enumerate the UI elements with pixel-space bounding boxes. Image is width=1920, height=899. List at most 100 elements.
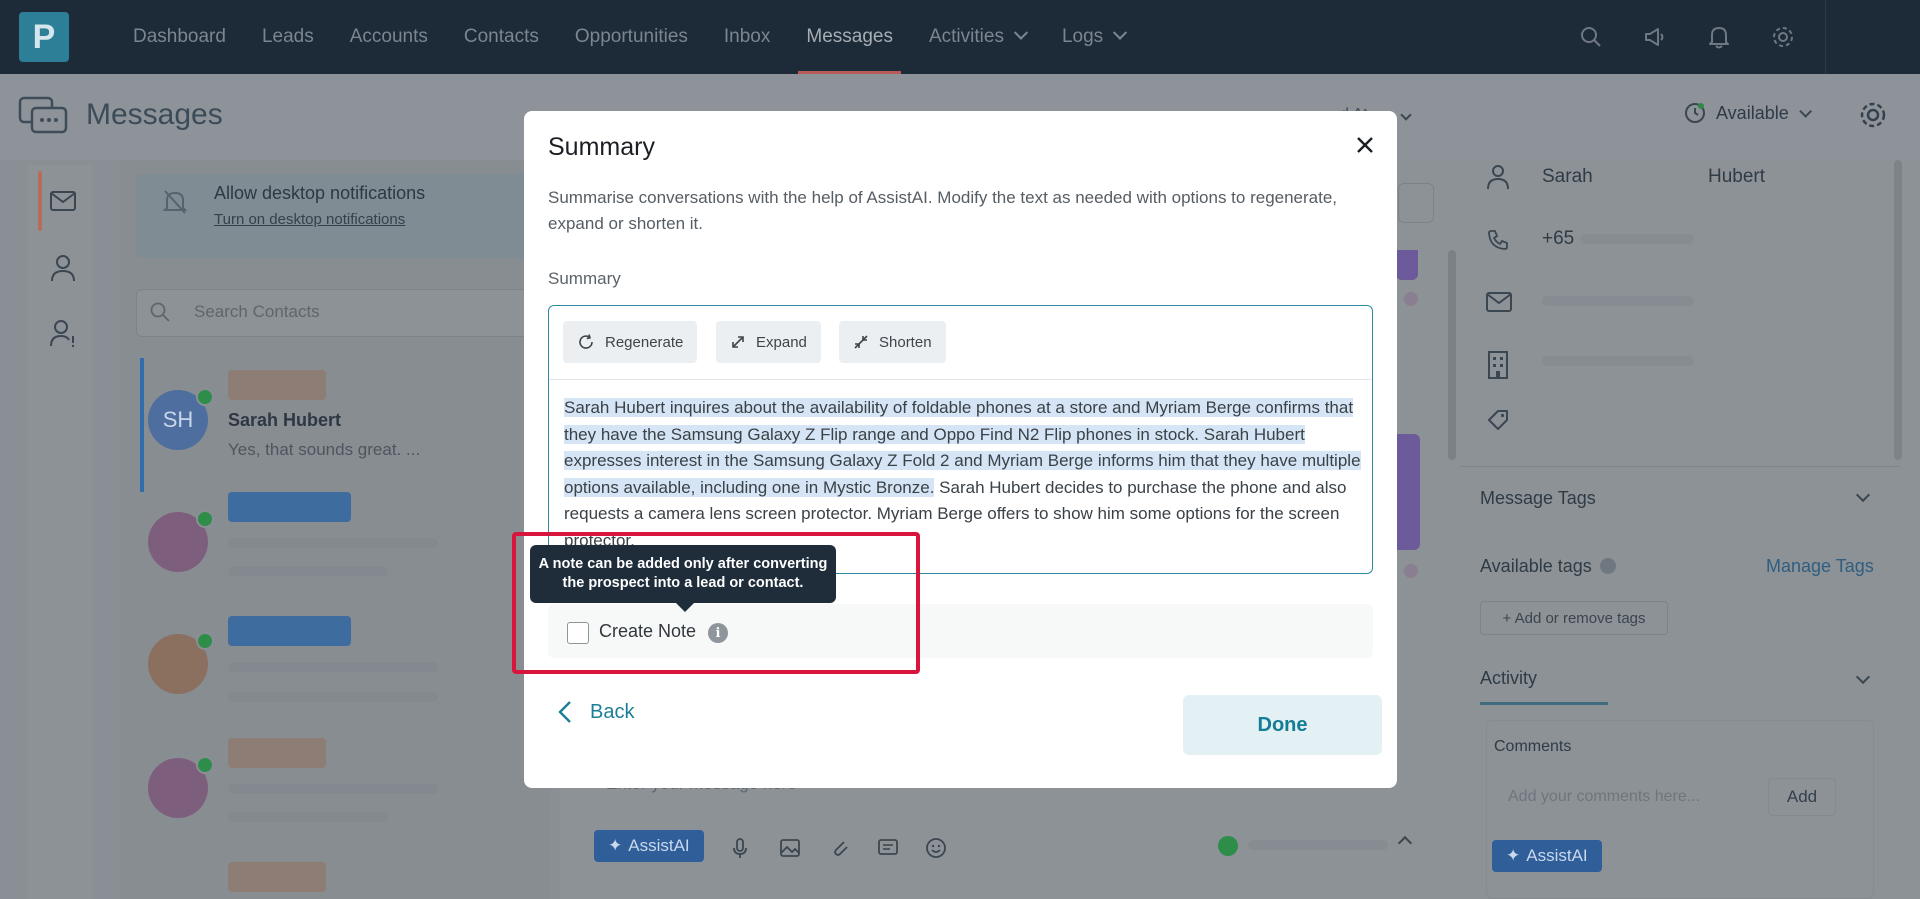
- skeleton-line: [228, 812, 388, 822]
- nav-opportunities[interactable]: Opportunities: [557, 0, 706, 74]
- tag-icon: [1486, 408, 1510, 437]
- building-icon: [1486, 350, 1510, 385]
- contact-tag-pill: [228, 738, 326, 768]
- divider: [1460, 466, 1900, 467]
- mail-icon[interactable]: [38, 176, 88, 226]
- whatsapp-icon: [196, 756, 214, 774]
- person-icon: [1486, 164, 1510, 195]
- nav-leads-label: Leads: [261, 26, 314, 47]
- nav-opportunities-label: Opportunities: [574, 26, 688, 47]
- chevron-down-icon: [1013, 25, 1029, 40]
- nav-leads[interactable]: Leads: [244, 0, 332, 74]
- chevron-down-icon: [1113, 25, 1128, 40]
- last-name[interactable]: Hubert: [1708, 166, 1765, 188]
- selected-contact-indicator: [140, 358, 144, 492]
- nav-accounts-label: Accounts: [349, 26, 428, 47]
- nav-activities-label: Activities: [928, 26, 1004, 47]
- messages-icon: [18, 96, 70, 138]
- skeleton-line: [228, 692, 438, 702]
- sparkle-icon: ✦: [1506, 846, 1521, 865]
- done-button[interactable]: Done: [1183, 695, 1382, 755]
- nav-contacts[interactable]: Contacts: [446, 0, 557, 74]
- shorten-button[interactable]: Shorten: [839, 321, 946, 363]
- whatsapp-icon: [196, 388, 214, 406]
- regenerate-button[interactable]: Regenerate: [563, 321, 698, 363]
- search-icon: [150, 302, 170, 327]
- create-note-label: Create Note: [599, 621, 697, 641]
- contact-tag-pill: [228, 492, 351, 522]
- message-tags-heading[interactable]: Message Tags: [1480, 488, 1596, 509]
- nav-items: Dashboard Leads Accounts Contacts Opport…: [115, 0, 1143, 74]
- microphone-icon[interactable]: [728, 836, 752, 860]
- assistai-button-label: AssistAI: [1526, 846, 1588, 865]
- search-icon[interactable]: [1559, 0, 1623, 74]
- nav-messages-label: Messages: [806, 26, 893, 47]
- back-button[interactable]: Back: [558, 700, 634, 724]
- contact-sync-icon[interactable]: [38, 243, 88, 293]
- create-note-checkbox[interactable]: [567, 622, 589, 644]
- attachment-icon[interactable]: [828, 836, 852, 860]
- image-icon[interactable]: [778, 836, 802, 860]
- mail-icon: [1486, 292, 1512, 317]
- assistai-button-label: AssistAI: [628, 836, 690, 855]
- modal-description: Summarise conversations with the help of…: [548, 188, 1338, 233]
- summary-modal: Summary Summarise conversations with the…: [524, 111, 1397, 788]
- unknown-contact-icon[interactable]: [38, 308, 88, 358]
- nav-logs-label: Logs: [1061, 26, 1104, 47]
- info-icon[interactable]: i: [708, 623, 728, 643]
- bell-icon[interactable]: [1687, 0, 1751, 74]
- settings-icon[interactable]: [1751, 0, 1815, 74]
- back-button-label: Back: [590, 700, 635, 723]
- first-name[interactable]: Sarah: [1542, 166, 1593, 188]
- emoji-icon[interactable]: [924, 836, 948, 860]
- summary-editor: Regenerate Expand Shorten Sarah Hubert i…: [548, 305, 1373, 574]
- comments-input[interactable]: Add your comments here...: [1508, 788, 1700, 806]
- skeleton-line: [228, 538, 438, 548]
- nav-messages[interactable]: Messages: [788, 0, 911, 74]
- notification-title: Allow desktop notifications: [214, 183, 426, 203]
- activity-heading[interactable]: Activity: [1480, 668, 1537, 689]
- summary-toolbar: Regenerate Expand Shorten: [549, 306, 1372, 380]
- chat-scrollbar[interactable]: [1448, 250, 1456, 460]
- assistai-button[interactable]: ✦ AssistAI: [594, 830, 704, 862]
- contact-name[interactable]: Sarah Hubert: [228, 410, 341, 431]
- page-title: Messages: [86, 98, 223, 131]
- app-logo[interactable]: P: [19, 12, 69, 62]
- nav-dashboard-label: Dashboard: [133, 26, 226, 47]
- chevron-down-icon: [1400, 109, 1412, 121]
- phone-number[interactable]: +65: [1542, 228, 1574, 250]
- assistai-button[interactable]: ✦ AssistAI: [1492, 840, 1602, 872]
- panel-scrollbar[interactable]: [1894, 160, 1902, 460]
- close-icon[interactable]: [1350, 130, 1380, 160]
- clock-icon: [1685, 103, 1705, 123]
- contact-tag-pill: [228, 370, 326, 400]
- info-icon: [1600, 558, 1616, 574]
- enable-notifications-link[interactable]: Turn on desktop notifications: [214, 211, 405, 228]
- availability-dropdown[interactable]: Available: [1684, 102, 1812, 124]
- megaphone-icon[interactable]: [1623, 0, 1687, 74]
- bell-off-icon: [162, 188, 188, 221]
- expand-button[interactable]: Expand: [716, 321, 821, 363]
- nav-divider: [1825, 0, 1826, 74]
- nav-accounts[interactable]: Accounts: [332, 0, 446, 74]
- manage-tags-link[interactable]: Manage Tags: [1766, 556, 1874, 577]
- skeleton-line: [1542, 296, 1694, 306]
- nav-dashboard[interactable]: Dashboard: [115, 0, 244, 74]
- nav-inbox[interactable]: Inbox: [706, 0, 788, 74]
- template-icon[interactable]: [876, 836, 900, 860]
- shorten-icon: [854, 335, 868, 349]
- skeleton-line: [228, 662, 438, 672]
- add-comment-button[interactable]: Add: [1768, 778, 1836, 816]
- nav-activities[interactable]: Activities: [911, 0, 1044, 74]
- chevron-left-icon: [558, 701, 571, 723]
- messages-settings-icon[interactable]: [1858, 100, 1888, 135]
- message-bubble: [1396, 250, 1418, 280]
- nav-logs[interactable]: Logs: [1044, 0, 1143, 74]
- expand-icon: [732, 336, 744, 348]
- add-remove-tags-button[interactable]: + Add or remove tags: [1480, 601, 1668, 635]
- summary-textarea[interactable]: Sarah Hubert inquires about the availabi…: [564, 395, 1364, 554]
- avatar: [1404, 564, 1418, 578]
- phone-icon: [1486, 228, 1510, 257]
- chat-filter-dropdown[interactable]: [1398, 183, 1434, 223]
- create-note-tooltip: A note can be added only after convertin…: [530, 545, 836, 612]
